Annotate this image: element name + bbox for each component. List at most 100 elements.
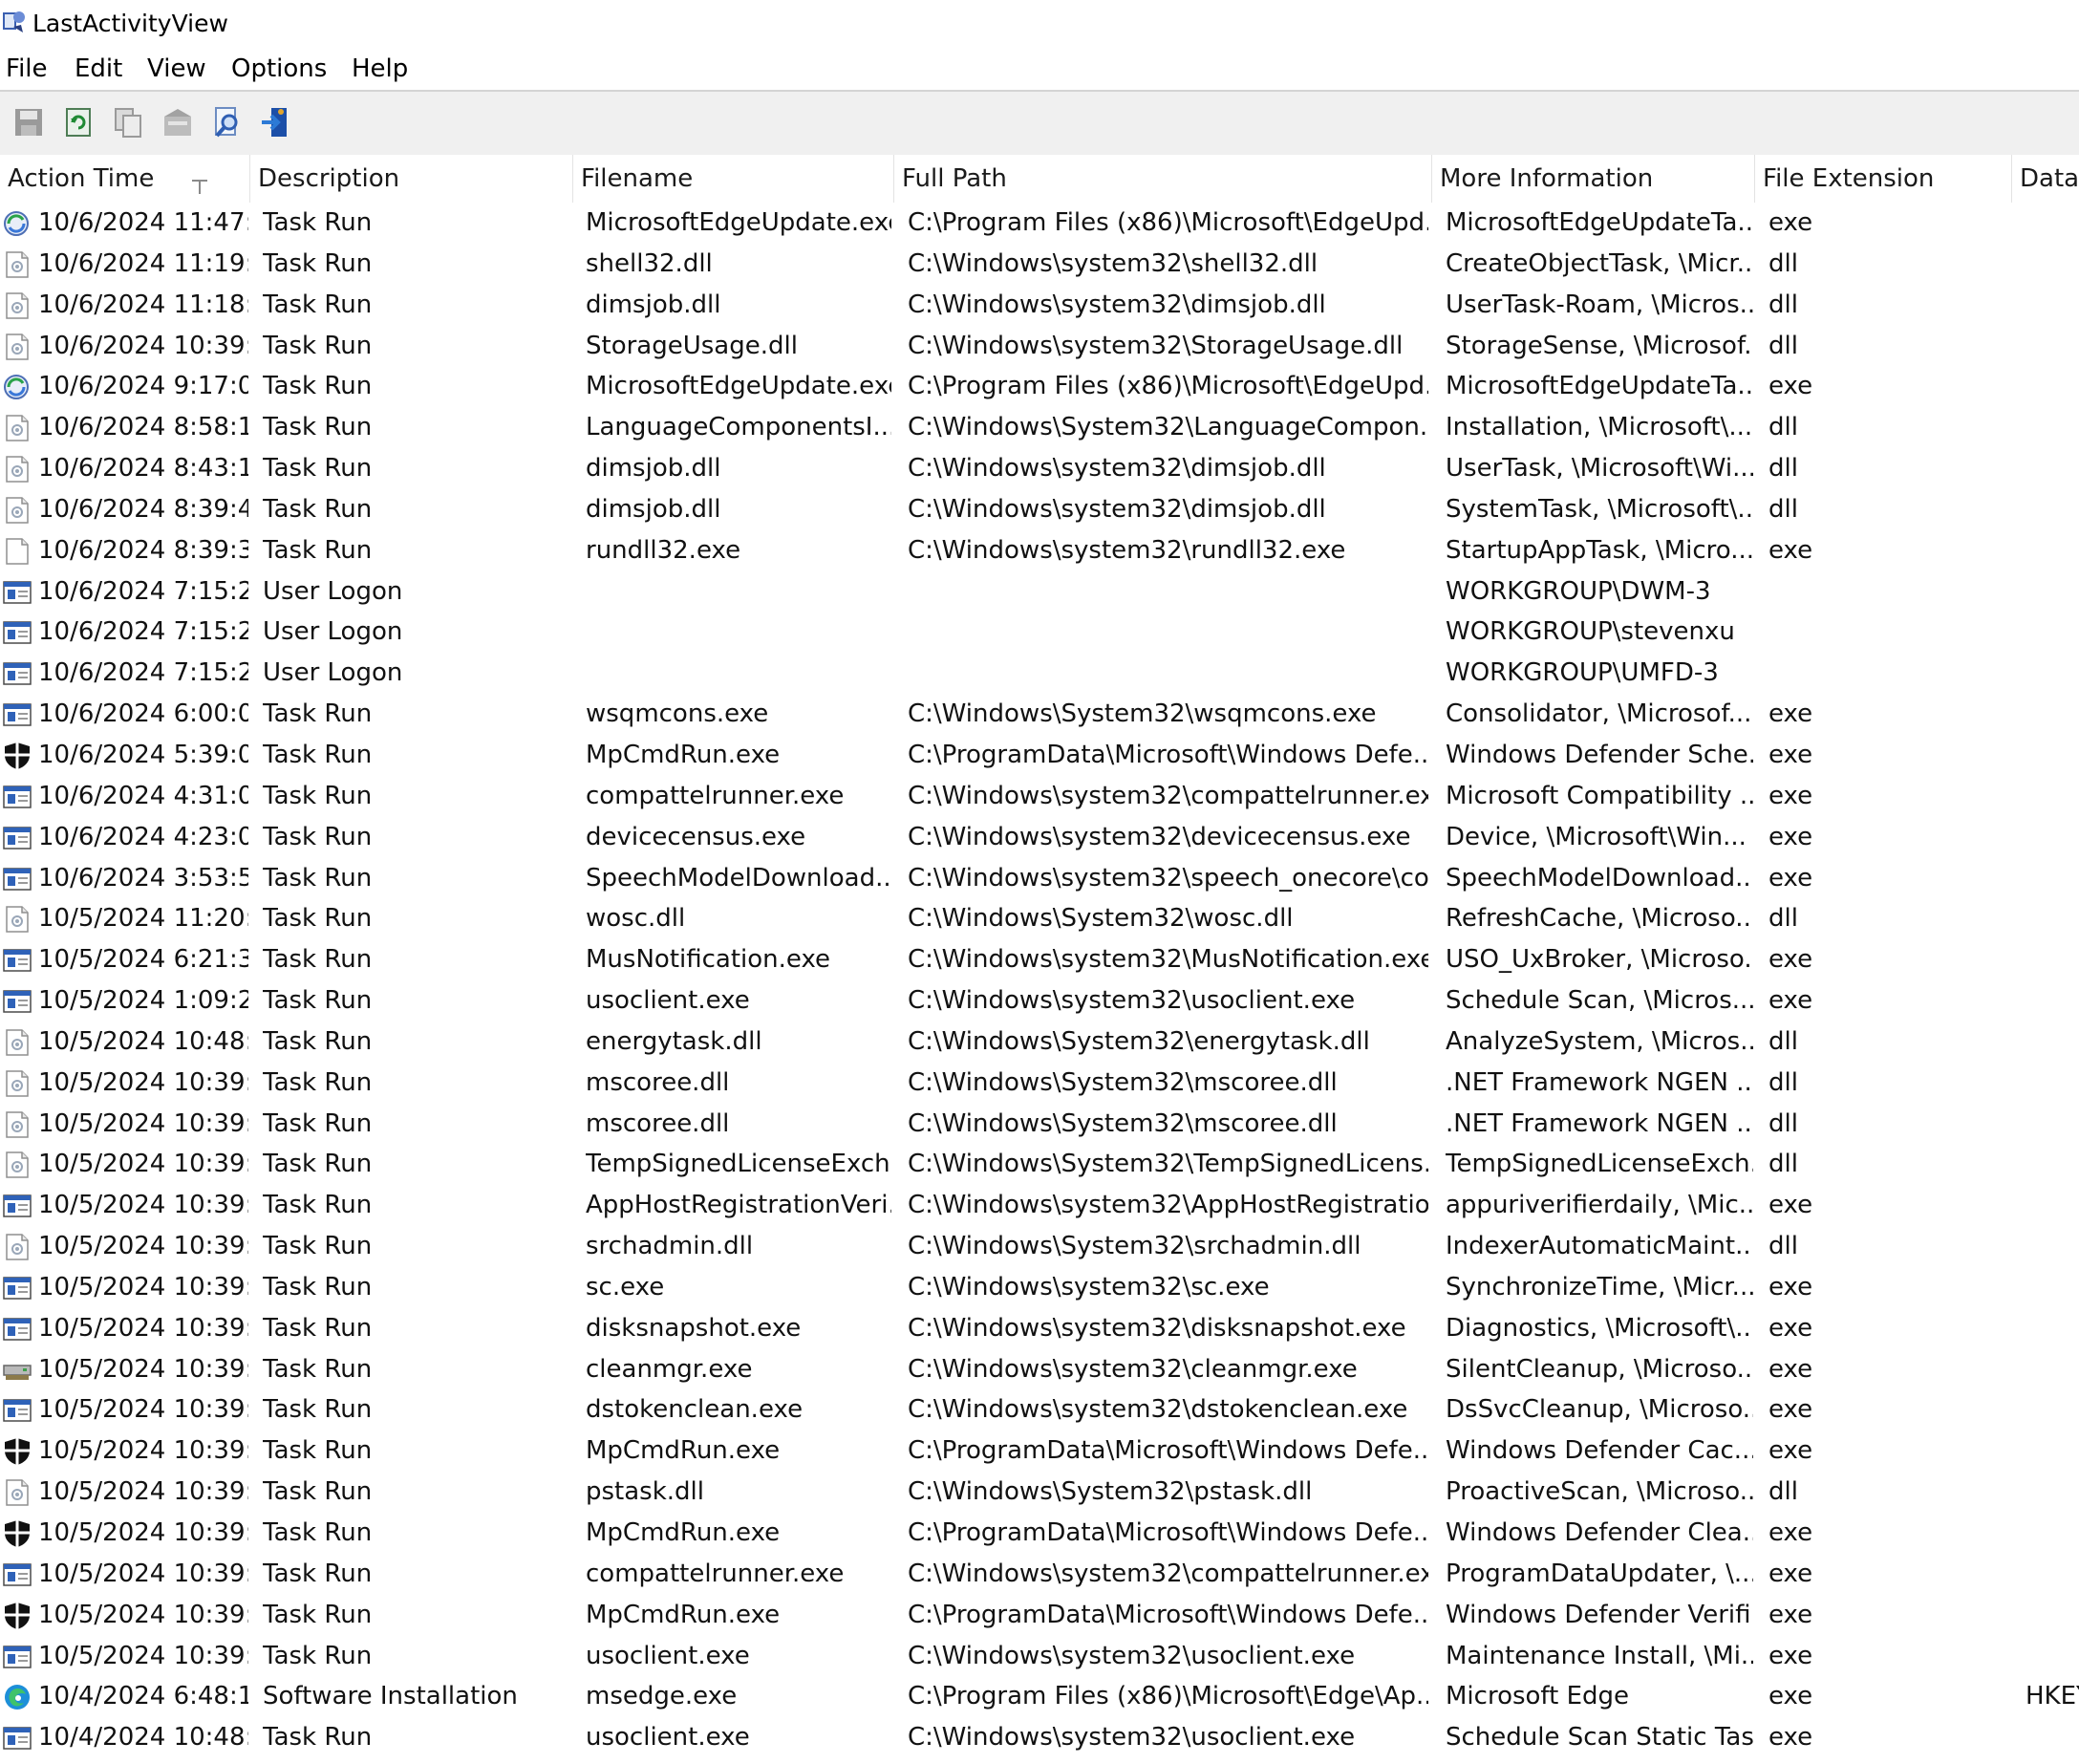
cell-description: Task Run [263,290,373,319]
exit-icon[interactable] [258,103,296,141]
table-row[interactable]: 10/6/2024 4:23:0... Task Run devicecensus.… [0,817,2079,858]
cell-file-extension: exe [1768,1191,1813,1220]
table-row[interactable]: 10/5/2024 10:39:... Task Run mscoree.dll C:… [0,1063,2079,1104]
table-row[interactable]: 10/5/2024 1:09:2... Task Run usoclient.exe… [0,980,2079,1022]
table-row[interactable]: 10/5/2024 10:39:... Task Run srchadmin.dll… [0,1226,2079,1267]
cell-data [2025,366,2079,407]
cell-data [2025,407,2079,448]
table-row[interactable]: 10/5/2024 10:39:... Task Run mscoree.dll C:… [0,1104,2079,1145]
column-header-filename[interactable]: Filename [573,155,894,203]
menu-view[interactable]: View [145,54,208,84]
cell-action-time: 10/5/2024 10:39:... [38,1354,248,1384]
cell-full-path: C:\Windows\system32\dimsjob.dll [908,454,1326,484]
save-icon[interactable] [10,103,48,141]
cell-action-time: 10/5/2024 10:39:... [38,1067,248,1097]
table-row[interactable]: 10/5/2024 10:39:... Task Run compattelrunn… [0,1554,2079,1595]
cell-filename [586,612,891,653]
dll-icon [2,250,32,279]
cell-more-information: DsSvcCleanup, \Microso... [1446,1395,1753,1425]
cell-file-extension: exe [1768,1723,1813,1753]
cell-file-extension: exe [1768,986,1813,1016]
cell-full-path: C:\Windows\system32\usoclient.exe [908,986,1356,1016]
cell-description: Task Run [263,1026,373,1056]
table-row[interactable]: 10/5/2024 10:39:... Task Run usoclient.exe… [0,1636,2079,1677]
cell-description: User Logon [263,617,403,647]
table-row[interactable]: 10/5/2024 10:39:... Task Run MpCmdRun.exe C… [0,1595,2079,1636]
table-row[interactable]: 10/6/2024 9:17:0... Task Run MicrosoftEdge… [0,366,2079,407]
table-row[interactable]: 10/5/2024 10:39:... Task Run pstask.dll C:\… [0,1472,2079,1513]
cell-description: Task Run [263,986,373,1016]
table-row[interactable]: 10/5/2024 10:39:... Task Run disksnapshot.… [0,1308,2079,1349]
table-row[interactable]: 10/5/2024 10:39:... Task Run cleanmgr.exe C… [0,1349,2079,1390]
cell-description: Task Run [263,1150,373,1179]
table-row[interactable]: 10/4/2024 10:48:... Task Run usoclient.exe… [0,1717,2079,1758]
table-row[interactable]: 10/5/2024 6:21:3... Task Run MusNotificati… [0,939,2079,980]
cell-filename: MpCmdRun.exe [586,1600,781,1629]
cell-data: HKEY [2025,1682,2079,1711]
column-header-data[interactable]: Data [2012,155,2079,203]
cell-description: Task Run [263,1436,373,1466]
cell-action-time: 10/5/2024 6:21:3... [38,945,248,975]
cell-filename: dimsjob.dll [586,290,721,319]
dll-icon [2,414,32,442]
column-header-action-time[interactable]: Action Time [0,155,250,203]
cell-filename: MpCmdRun.exe [586,740,781,769]
table-row[interactable]: 10/5/2024 10:39:... Task Run dstokenclean.… [0,1389,2079,1431]
column-header-file-extension[interactable]: File Extension [1755,155,2012,203]
table-row[interactable]: 10/6/2024 7:15:2... User Logon WORKGROUP\D… [0,571,2079,613]
cell-full-path: C:\Windows\System32\wosc.dll [908,904,1294,934]
table-row[interactable]: 10/5/2024 10:39:... Task Run TempSignedLic… [0,1144,2079,1185]
table-row[interactable]: 10/4/2024 6:48:1... Software Installation… [0,1676,2079,1717]
table-row[interactable]: 10/6/2024 11:18:... Task Run dimsjob.dll C:… [0,285,2079,326]
cell-data [2025,1472,2079,1513]
table-row[interactable]: 10/6/2024 11:47:... Task Run MicrosoftEdge… [0,203,2079,244]
menu-file[interactable]: File [4,54,50,84]
table-row[interactable]: 10/5/2024 10:39:... Task Run MpCmdRun.exe C… [0,1431,2079,1472]
refresh-icon[interactable] [59,103,97,141]
table-row[interactable]: 10/6/2024 11:19:... Task Run shell32.dll C:… [0,244,2079,285]
table-row[interactable]: 10/6/2024 8:58:1... Task Run LanguageCompo… [0,407,2079,448]
table-row[interactable]: 10/5/2024 10:48:... Task Run energytask.dl… [0,1022,2079,1063]
table-row[interactable]: 10/6/2024 8:43:1... Task Run dimsjob.dll C:… [0,448,2079,489]
dll-icon [2,333,32,361]
table-row[interactable]: 10/6/2024 8:39:4... Task Run dimsjob.dll C:… [0,489,2079,530]
cell-full-path: C:\Windows\system32\dimsjob.dll [908,290,1326,319]
table-row[interactable]: 10/6/2024 7:15:2... User Logon WORKGROUP\s… [0,612,2079,653]
cell-action-time: 10/5/2024 1:09:2... [38,986,248,1016]
menu-options[interactable]: Options [229,54,329,84]
table-row[interactable]: 10/5/2024 11:20:... Task Run wosc.dll C:\Wi… [0,898,2079,939]
cell-filename: compattelrunner.exe [586,1559,845,1588]
menu-help[interactable]: Help [350,54,410,84]
table-row[interactable]: 10/6/2024 4:31:0... Task Run compattelrunn… [0,776,2079,817]
find-icon[interactable] [208,103,246,141]
cell-filename: MusNotification.exe [586,945,831,975]
cell-full-path: C:\Windows\system32\compattelrunner.exe [908,1559,1428,1588]
cell-action-time: 10/6/2024 10:39:... [38,331,248,360]
cell-more-information: MicrosoftEdgeUpdateTa... [1446,372,1753,401]
cell-filename: TempSignedLicenseExch... [586,1150,891,1179]
table-row[interactable]: 10/6/2024 7:15:2... User Logon WORKGROUP\U… [0,653,2079,694]
column-header-description[interactable]: Description [250,155,573,203]
table-row[interactable]: 10/6/2024 3:53:5... Task Run SpeechModelDo… [0,858,2079,899]
column-header-more-information[interactable]: More Information [1432,155,1755,203]
cell-action-time: 10/5/2024 10:39:... [38,1641,248,1670]
table-row[interactable]: 10/6/2024 8:39:3... Task Run rundll32.exe C… [0,530,2079,571]
table-row[interactable]: 10/6/2024 5:39:0... Task Run MpCmdRun.exe C… [0,735,2079,776]
properties-icon[interactable] [159,103,197,141]
column-header-label: Action Time [8,164,155,193]
cell-description: User Logon [263,658,403,688]
cell-data [2025,1308,2079,1349]
column-header-full-path[interactable]: Full Path [894,155,1432,203]
cell-filename: MpCmdRun.exe [586,1518,781,1547]
table-row[interactable]: 10/6/2024 10:39:... Task Run StorageUsage.… [0,326,2079,367]
cell-more-information: WORKGROUP\DWM-3 [1446,576,1711,606]
copy-icon[interactable] [109,103,147,141]
table-row[interactable]: 10/5/2024 10:39:... Task Run AppHostRegist… [0,1185,2079,1226]
table-row[interactable]: 10/5/2024 10:39:... Task Run sc.exe C:\Wind… [0,1267,2079,1308]
cell-full-path: C:\Program Files (x86)\Microsoft\Edge\Ap… [908,1682,1428,1711]
table-row[interactable]: 10/6/2024 6:00:0... Task Run wsqmcons.exe C… [0,694,2079,735]
cell-description: Task Run [263,1395,373,1425]
table-row[interactable]: 10/5/2024 10:39:... Task Run MpCmdRun.exe C… [0,1513,2079,1554]
menu-edit[interactable]: Edit [73,54,124,84]
cell-action-time: 10/6/2024 6:00:0... [38,699,248,729]
